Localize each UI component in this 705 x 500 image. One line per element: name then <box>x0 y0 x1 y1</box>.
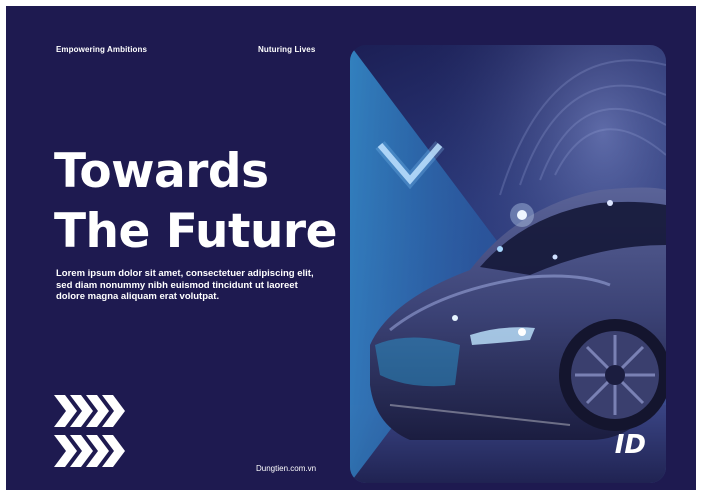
headline-line-1: Towards <box>54 144 269 199</box>
headline: Towards The Future <box>54 142 337 262</box>
tagline-right: Nuturing Lives <box>258 45 316 54</box>
body-text: Lorem ipsum dolor sit amet, consectetuer… <box>56 268 314 302</box>
chevron-arrows-icon <box>54 395 125 467</box>
headline-line-2: The Future <box>54 204 337 259</box>
car-photo: ID <box>350 45 666 483</box>
poster: Empowering Ambitions Nuturing Lives Towa… <box>6 6 696 490</box>
website-url: Dungtien.com.vn <box>256 464 317 473</box>
svg-text:ID: ID <box>615 430 646 460</box>
brand-logo-icon: ID <box>615 430 646 460</box>
tagline-left: Empowering Ambitions <box>56 45 148 54</box>
